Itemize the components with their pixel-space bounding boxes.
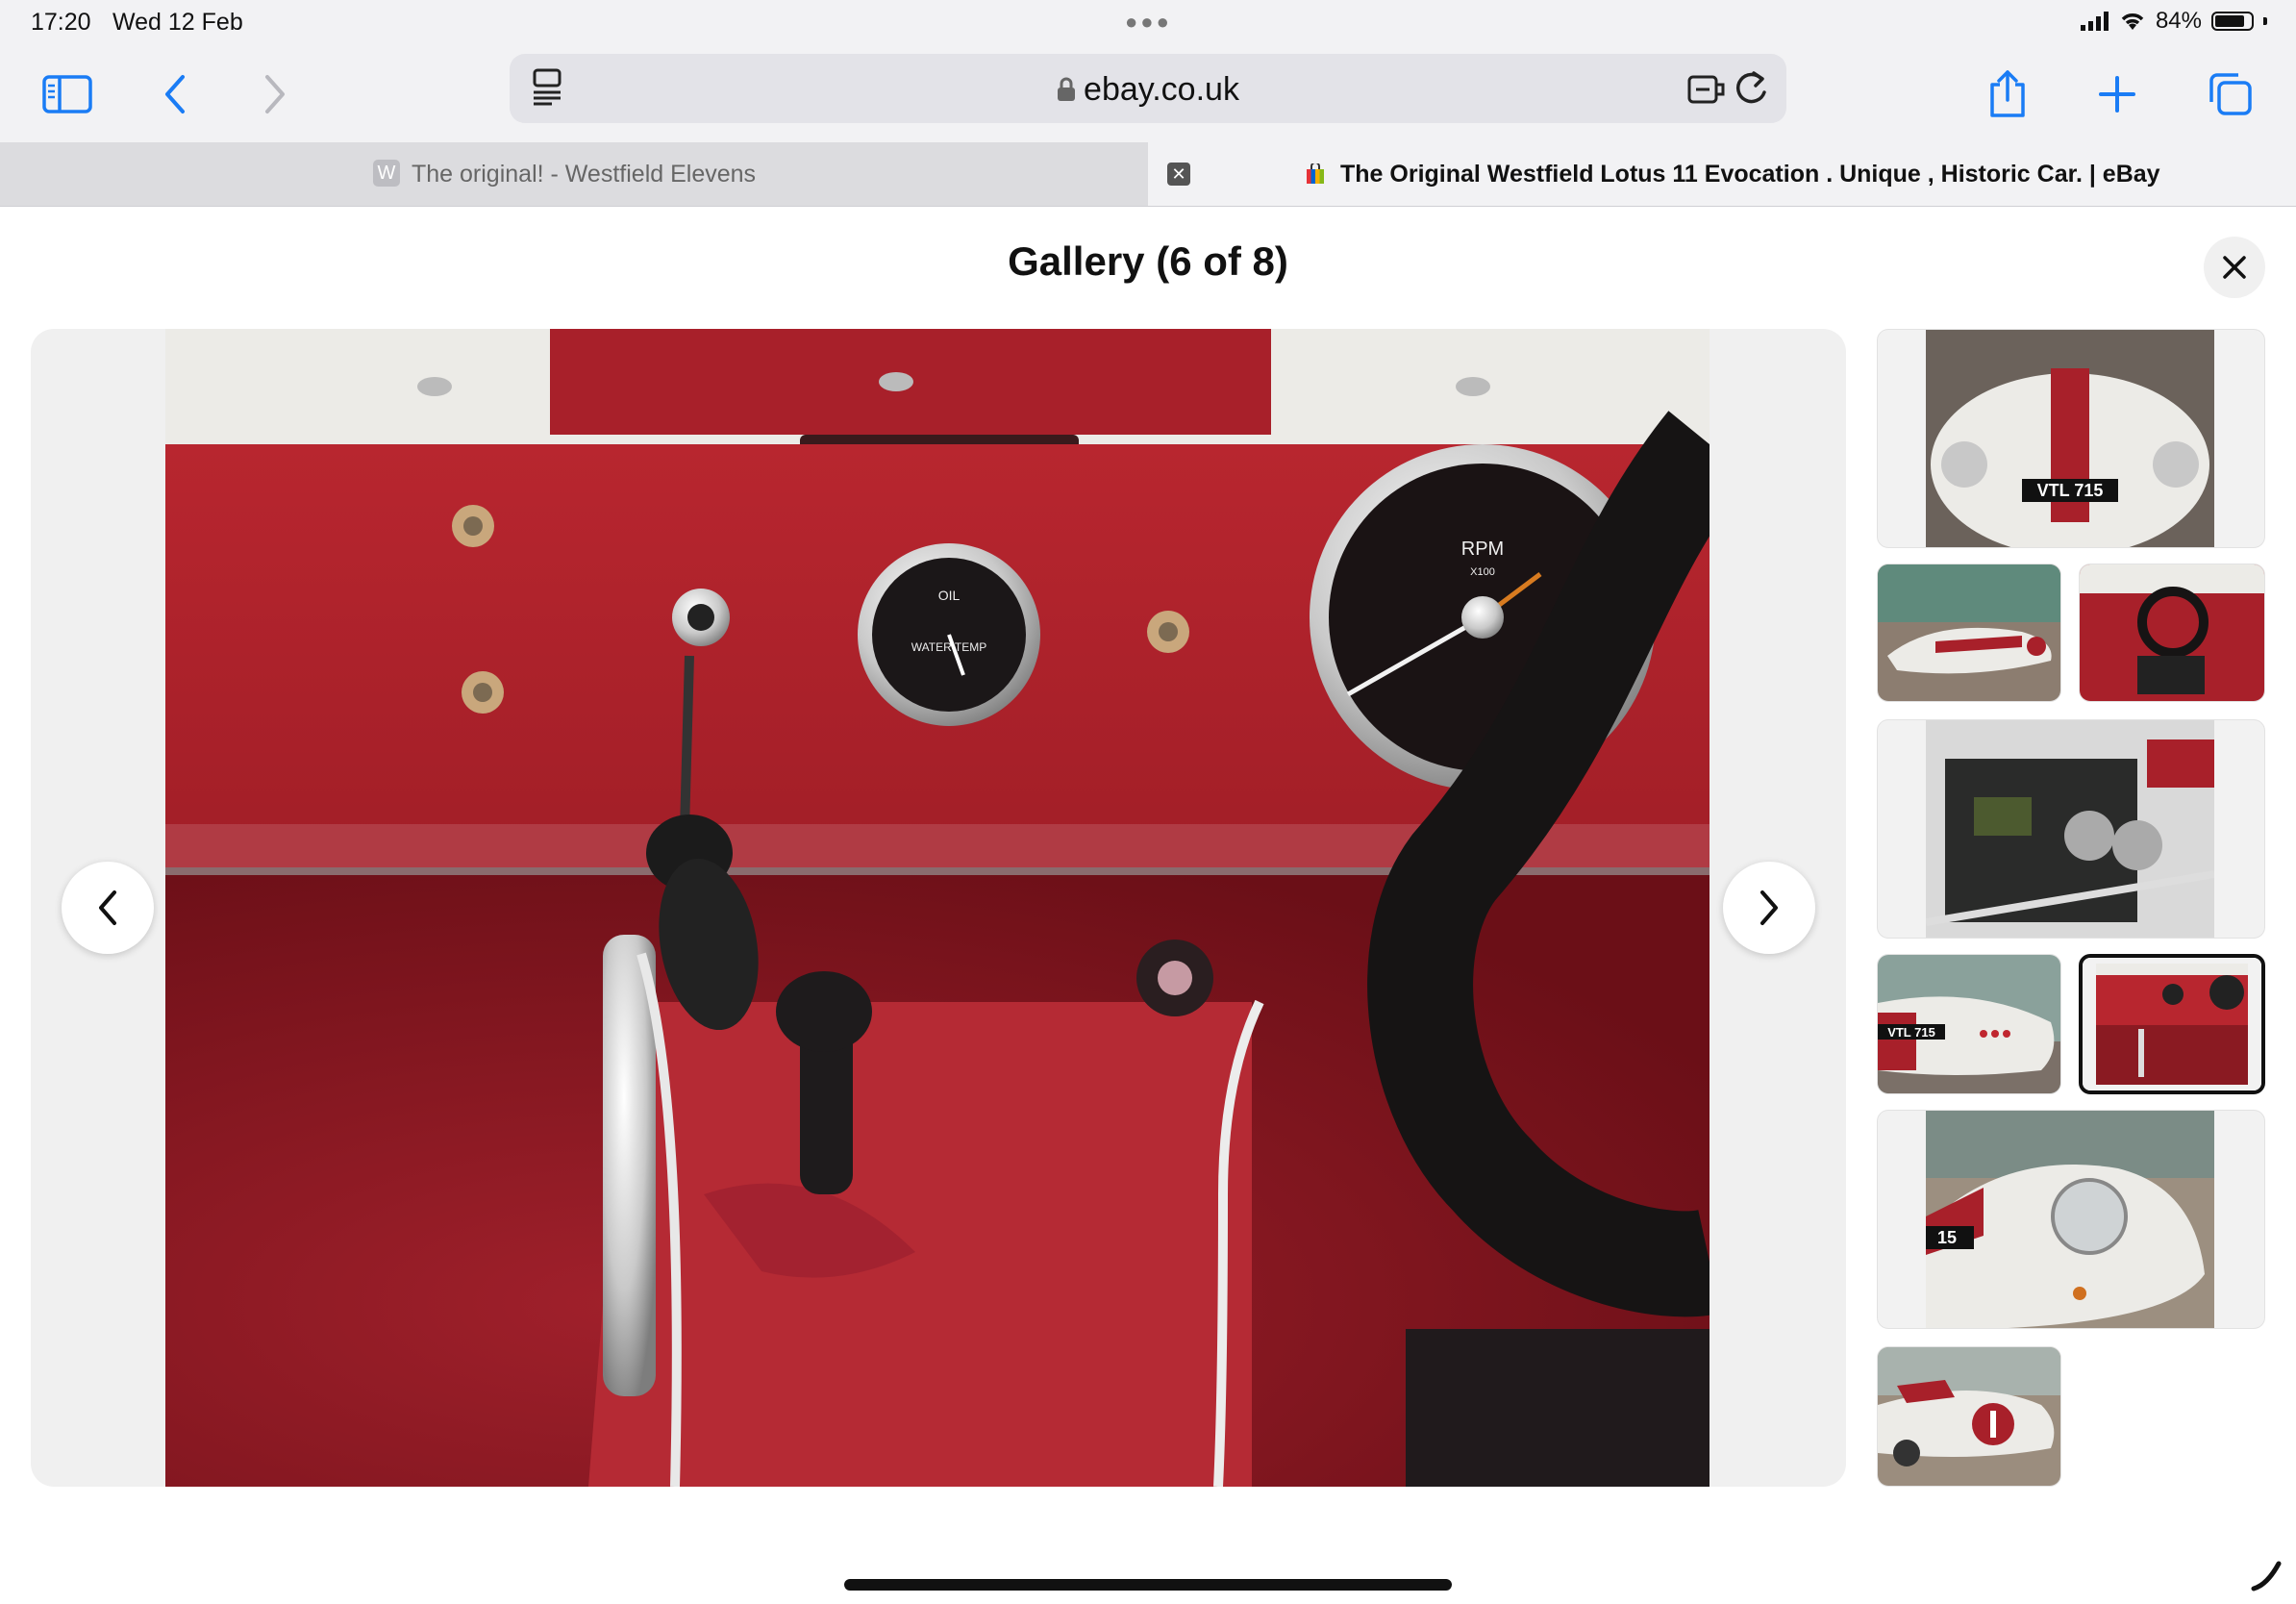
url-display[interactable]: ebay.co.uk: [510, 71, 1786, 109]
tab-strip: W The original! - Westfield Elevens ✕ Th…: [0, 142, 2296, 207]
reload-icon[interactable]: [1733, 69, 1769, 113]
next-image-button[interactable]: [1723, 862, 1815, 954]
battery-cap: [2263, 17, 2267, 25]
thumbnail-image: VTL 715: [1878, 955, 2060, 1093]
rpm-unit-label: X100: [1470, 566, 1495, 578]
status-bar: 17:20 Wed 12 Feb ●●● 84%: [0, 0, 2296, 46]
thumbnail-7[interactable]: 15: [1877, 1110, 2265, 1329]
oil-gauge-label: OIL: [938, 588, 961, 603]
cellular-signal-icon: [2080, 12, 2109, 31]
thumbnail-4[interactable]: [1877, 719, 2265, 939]
sidebar-icon[interactable]: [38, 65, 96, 123]
close-gallery-button[interactable]: [2204, 237, 2265, 298]
tab-label: The original! - Westfield Elevens: [412, 161, 757, 188]
tab-label: The Original Westfield Lotus 11 Evocatio…: [1340, 161, 2160, 188]
thumbnail-image: [1926, 720, 2214, 938]
gallery-title: Gallery (6 of 8): [1008, 238, 1288, 284]
number-plate: VTL 715: [1887, 1025, 1935, 1040]
status-indicators: 84%: [2080, 8, 2267, 35]
address-bar[interactable]: ebay.co.uk: [510, 54, 1786, 123]
thumbnail-image: [2083, 958, 2261, 1090]
status-time: 17:20: [31, 9, 91, 36]
close-icon: [2223, 256, 2246, 279]
main-image-panel: OIL WATER TEMP RPM X100: [31, 329, 1846, 1487]
rpm-label: RPM: [1461, 539, 1504, 560]
thumbnail-6[interactable]: [2079, 954, 2265, 1094]
number-plate: 15: [1937, 1228, 1957, 1247]
thumbnail-image: VTL 715: [1926, 330, 2214, 547]
tabs-icon[interactable]: [2202, 65, 2259, 123]
url-text: ebay.co.uk: [1084, 71, 1239, 108]
thumbnail-image: [1878, 564, 2060, 701]
chevron-left-icon: [99, 890, 116, 925]
chevron-left-icon[interactable]: [146, 65, 204, 123]
previous-image-button[interactable]: [62, 862, 154, 954]
thumbnail-5[interactable]: VTL 715: [1877, 954, 2061, 1094]
chevron-right-icon: [1760, 890, 1778, 925]
extension-icon[interactable]: [1686, 69, 1727, 113]
dashboard-photo: OIL WATER TEMP RPM X100: [165, 329, 1710, 1487]
ebay-favicon-icon: [1307, 163, 1324, 184]
status-date: Wed 12 Feb: [112, 9, 243, 36]
wifi-icon: [2121, 13, 2144, 30]
thumbnail-image: [2080, 564, 2264, 701]
battery-percentage: 84%: [2155, 8, 2202, 34]
home-indicator[interactable]: [844, 1579, 1452, 1591]
tab-favicon: W: [373, 160, 400, 187]
browser-toolbar: ebay.co.uk: [0, 46, 2296, 142]
plus-icon[interactable]: [2088, 65, 2146, 123]
number-plate: VTL 715: [2037, 481, 2104, 500]
lock-icon: [1058, 77, 1076, 101]
tab-ebay-listing[interactable]: ✕ The Original Westfield Lotus 11 Evocat…: [1148, 142, 2296, 206]
thumbnail-image: [1878, 1347, 2060, 1486]
share-icon[interactable]: [1979, 65, 2036, 123]
thumbnail-2[interactable]: [1877, 564, 2061, 702]
chevron-right-icon[interactable]: [246, 65, 304, 123]
pencil-icon[interactable]: [2250, 1560, 2283, 1597]
main-photo[interactable]: OIL WATER TEMP RPM X100: [165, 329, 1710, 1487]
battery-icon: [2211, 12, 2254, 31]
thumbnail-8[interactable]: [1877, 1346, 2061, 1487]
thumbnail-1[interactable]: VTL 715: [1877, 329, 2265, 548]
water-gauge-label: WATER TEMP: [911, 640, 986, 654]
tab-westfield-elevens[interactable]: W The original! - Westfield Elevens: [0, 142, 1148, 206]
multitasking-dots-icon[interactable]: ●●●: [1125, 10, 1172, 35]
close-tab-icon[interactable]: ✕: [1167, 163, 1190, 186]
battery-fill: [2215, 15, 2244, 27]
thumbnail-image: 15: [1926, 1111, 2214, 1328]
thumbnail-3[interactable]: [2079, 564, 2265, 702]
